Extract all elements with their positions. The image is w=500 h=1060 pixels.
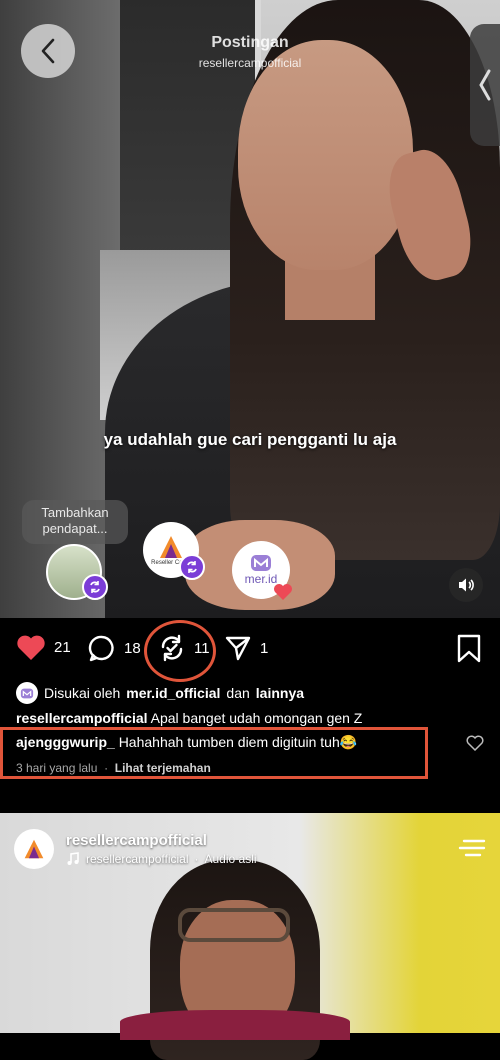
- comment-like-icon[interactable]: [466, 735, 484, 751]
- speaker-icon: [459, 578, 474, 592]
- comment-count: 18: [124, 639, 141, 657]
- repost-badge: [179, 554, 205, 580]
- caption-text: Apal banget udah omongan gen Z: [150, 710, 363, 726]
- send-icon: [225, 636, 251, 661]
- highlight-annotation: [144, 620, 216, 682]
- resellercamp-logo-icon: [24, 839, 44, 859]
- back-button[interactable]: [21, 24, 75, 78]
- separator: ·: [100, 761, 112, 775]
- avatar: [16, 682, 38, 704]
- share-button[interactable]: 1: [224, 634, 268, 662]
- merid-logo-icon: [20, 688, 34, 698]
- page-subtitle: resellercampofficial: [198, 56, 302, 70]
- comment-user[interactable]: ajengggwurip_: [16, 734, 115, 750]
- comment-icon: [88, 635, 114, 662]
- likes-others[interactable]: lainnya: [256, 685, 304, 701]
- add-opinion-bubble[interactable]: Tambahkan pendapat...: [22, 500, 128, 544]
- video-player[interactable]: Postingan resellercampofficial ya udahla…: [0, 0, 500, 618]
- likes-prefix: Disukai oleh: [44, 685, 121, 701]
- video-person-face: [238, 40, 413, 270]
- audio-user: resellercampofficial: [86, 852, 189, 866]
- comment-meta: 3 hari yang lalu · Lihat terjemahan: [16, 761, 211, 775]
- chevron-left-icon: [41, 38, 55, 64]
- comment-text: Hahahhah tumben diem digituin tuh😂: [118, 734, 358, 750]
- comment-time: 3 hari yang lalu: [16, 761, 98, 775]
- likes-connector: dan: [226, 685, 250, 701]
- next-post-user[interactable]: resellercampofficial: [66, 832, 207, 849]
- repost-badge: [82, 574, 108, 600]
- next-video-person-shirt: [120, 1010, 350, 1040]
- page-title: Postingan: [211, 34, 289, 51]
- save-button[interactable]: [456, 634, 482, 664]
- music-note-icon: [67, 852, 79, 865]
- merid-logo-icon: [251, 555, 271, 571]
- comment: ajengggwurip_ Hahahhah tumben diem digit…: [16, 734, 357, 751]
- mute-button[interactable]: [449, 568, 483, 602]
- likes-user[interactable]: mer.id_official: [126, 685, 220, 701]
- separator: ·: [194, 852, 199, 866]
- repost-icon: [90, 581, 100, 593]
- video-caption: ya udahlah gue cari pengganti lu aja: [103, 430, 397, 449]
- like-count: 21: [54, 639, 71, 656]
- action-bar: 21 18 11 1: [0, 618, 500, 684]
- likes-line[interactable]: Disukai oleh mer.id_official dan lainnya: [16, 682, 304, 704]
- avatar-resellercamp[interactable]: [14, 829, 54, 869]
- next-post-audio[interactable]: resellercampofficial · Audio asli: [66, 852, 257, 866]
- heart-icon: [274, 584, 292, 600]
- post-caption: resellercampofficial Apal banget udah om…: [16, 710, 362, 726]
- caption-user[interactable]: resellercampofficial: [16, 710, 148, 726]
- resellercamp-logo-icon: [160, 536, 182, 558]
- heart-icon: [17, 635, 45, 660]
- comment-button[interactable]: 18: [88, 634, 141, 662]
- share-count: 1: [260, 639, 269, 657]
- menu-icon[interactable]: [458, 838, 486, 858]
- chevron-left-icon: [479, 69, 491, 101]
- repost-icon: [187, 561, 197, 573]
- like-button[interactable]: 21: [16, 634, 71, 661]
- bookmark-icon: [457, 634, 481, 663]
- next-video-person-glasses: [178, 908, 290, 942]
- translate-link[interactable]: Lihat terjemahan: [115, 761, 211, 775]
- audio-label: Audio asli: [204, 852, 257, 866]
- side-panel-tab[interactable]: [470, 24, 500, 146]
